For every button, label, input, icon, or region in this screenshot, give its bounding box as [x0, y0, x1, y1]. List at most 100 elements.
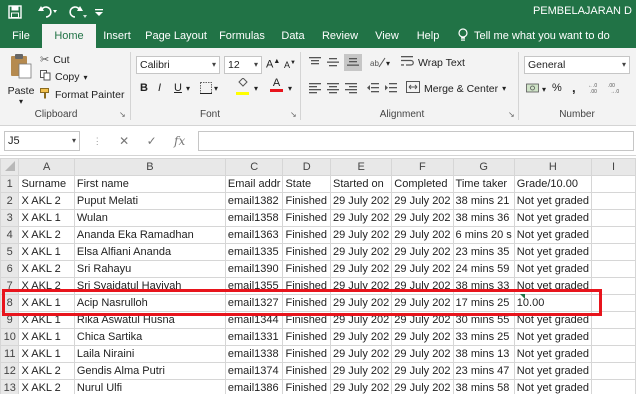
cell[interactable]: 29 July 202 — [391, 243, 454, 261]
cell[interactable]: 29 July 202 — [391, 345, 454, 363]
column-header-e[interactable]: E — [330, 158, 393, 176]
cell[interactable]: Laila Niraini — [73, 345, 226, 363]
row-header[interactable]: 6 — [0, 260, 20, 278]
row-header[interactable]: 5 — [0, 243, 20, 261]
enter-icon[interactable]: ✓ — [147, 134, 157, 148]
copy-button[interactable]: Copy ▾ — [40, 70, 88, 84]
cell[interactable]: 38 mins 58 — [452, 379, 515, 394]
cell[interactable]: Time taker — [452, 175, 515, 193]
cell[interactable]: Finished — [282, 345, 332, 363]
cell[interactable]: X AKL 2 — [18, 362, 75, 380]
cell[interactable]: 29 July 202 — [391, 311, 454, 329]
column-header-f[interactable]: F — [391, 158, 454, 176]
cell[interactable]: 29 July 202 — [330, 226, 393, 244]
row-header[interactable]: 1 — [0, 175, 20, 193]
font-name-select[interactable]: Calibri ▾ — [136, 56, 220, 74]
cell[interactable] — [590, 243, 636, 261]
cell[interactable]: email1382 — [224, 192, 284, 210]
select-all-corner[interactable] — [0, 158, 20, 176]
cell[interactable]: email1358 — [224, 209, 284, 227]
cut-button[interactable]: ✂ Cut — [40, 53, 70, 67]
chevron-down-icon[interactable]: ▾ — [288, 84, 292, 93]
align-center-button[interactable] — [326, 82, 340, 97]
cell[interactable]: Finished — [282, 192, 332, 210]
font-color-button[interactable]: A — [270, 78, 283, 92]
cell[interactable]: Finished — [282, 379, 332, 394]
row-header[interactable]: 4 — [0, 226, 20, 244]
cell[interactable] — [590, 362, 636, 380]
cell[interactable]: 29 July 202 — [330, 192, 393, 210]
cell[interactable]: X AKL 1 — [18, 294, 75, 312]
increase-indent-button[interactable] — [384, 82, 398, 97]
cell[interactable]: 29 July 202 — [391, 328, 454, 346]
chevron-down-icon[interactable]: ▾ — [254, 84, 258, 93]
column-header-g[interactable]: G — [452, 158, 515, 176]
align-left-button[interactable] — [308, 82, 322, 97]
cell[interactable]: Not yet graded — [513, 311, 592, 329]
cell[interactable]: Finished — [282, 243, 332, 261]
cell[interactable] — [590, 277, 636, 295]
cell[interactable]: email1374 — [224, 362, 284, 380]
cell[interactable]: X AKL 1 — [18, 209, 75, 227]
cell[interactable]: Nurul Ulfi — [73, 379, 226, 394]
cell[interactable]: Ananda Eka Ramadhan — [73, 226, 226, 244]
undo-icon[interactable] — [36, 3, 62, 21]
cell[interactable]: 29 July 202 — [330, 294, 393, 312]
row-header[interactable]: 13 — [0, 379, 20, 394]
middle-align-button[interactable] — [326, 56, 340, 71]
dialog-launcher-icon[interactable]: ↘ — [119, 110, 126, 119]
cell[interactable]: 23 mins 47 — [452, 362, 515, 380]
cell[interactable]: 29 July 202 — [391, 226, 454, 244]
cell[interactable]: Completed — [391, 175, 454, 193]
cell[interactable]: Acip Nasrulloh — [73, 294, 226, 312]
cell[interactable]: Not yet graded — [513, 328, 592, 346]
row-header[interactable]: 11 — [0, 345, 20, 363]
percent-style-button[interactable]: % — [552, 82, 562, 94]
increase-font-size-button[interactable]: A▲ — [266, 58, 280, 71]
cell[interactable]: Puput Melati — [73, 192, 226, 210]
cell[interactable]: 29 July 202 — [330, 260, 393, 278]
cell[interactable]: X AKL 2 — [18, 226, 75, 244]
cell[interactable]: 30 mins 55 — [452, 311, 515, 329]
tab-insert[interactable]: Insert — [100, 24, 134, 48]
cell[interactable] — [590, 328, 636, 346]
cell[interactable]: 23 mins 35 — [452, 243, 515, 261]
bold-button[interactable]: B — [140, 82, 148, 94]
cell[interactable]: Not yet graded — [513, 192, 592, 210]
cell[interactable]: X AKL 1 — [18, 243, 75, 261]
cell[interactable]: email1386 — [224, 379, 284, 394]
increase-decimal-button[interactable]: ←.0.00 — [588, 82, 604, 97]
cell[interactable]: 29 July 202 — [391, 192, 454, 210]
cell[interactable]: 29 July 202 — [330, 209, 393, 227]
cell[interactable]: Email addr — [224, 175, 284, 193]
cell[interactable]: email1390 — [224, 260, 284, 278]
decrease-decimal-button[interactable]: .00 →.0 — [608, 82, 624, 97]
cell[interactable]: Not yet graded — [513, 260, 592, 278]
cell[interactable]: 38 mins 21 — [452, 192, 515, 210]
cell[interactable]: 6 mins 20 s — [452, 226, 515, 244]
cell[interactable] — [590, 379, 636, 394]
merge-center-button[interactable]: Merge & Center ▾ — [406, 81, 506, 96]
row-header[interactable]: 3 — [0, 209, 20, 227]
cell[interactable]: 38 mins 13 — [452, 345, 515, 363]
row-header[interactable]: 10 — [0, 328, 20, 346]
cell[interactable]: 29 July 202 — [330, 277, 393, 295]
cell[interactable]: Finished — [282, 209, 332, 227]
cell[interactable]: 38 mins 36 — [452, 209, 515, 227]
cell[interactable]: X AKL 1 — [18, 311, 75, 329]
insert-function-icon[interactable]: fx — [174, 134, 185, 148]
decrease-indent-button[interactable] — [366, 82, 380, 97]
comma-style-button[interactable]: , — [572, 80, 576, 95]
cell[interactable] — [590, 175, 636, 193]
cell[interactable] — [590, 294, 636, 312]
cell[interactable]: 33 mins 25 — [452, 328, 515, 346]
tell-me-box[interactable]: Tell me what you want to do — [458, 24, 610, 48]
cell[interactable]: Grade/10.00 — [513, 175, 592, 193]
cell[interactable]: X AKL 2 — [18, 277, 75, 295]
cell[interactable]: Sri Rahayu — [73, 260, 226, 278]
cell[interactable]: 29 July 202 — [391, 379, 454, 394]
tab-formulas[interactable]: Formulas — [218, 24, 266, 48]
cell[interactable]: X AKL 2 — [18, 260, 75, 278]
tab-page-layout[interactable]: Page Layout — [144, 24, 208, 48]
cell[interactable]: 29 July 202 — [330, 345, 393, 363]
